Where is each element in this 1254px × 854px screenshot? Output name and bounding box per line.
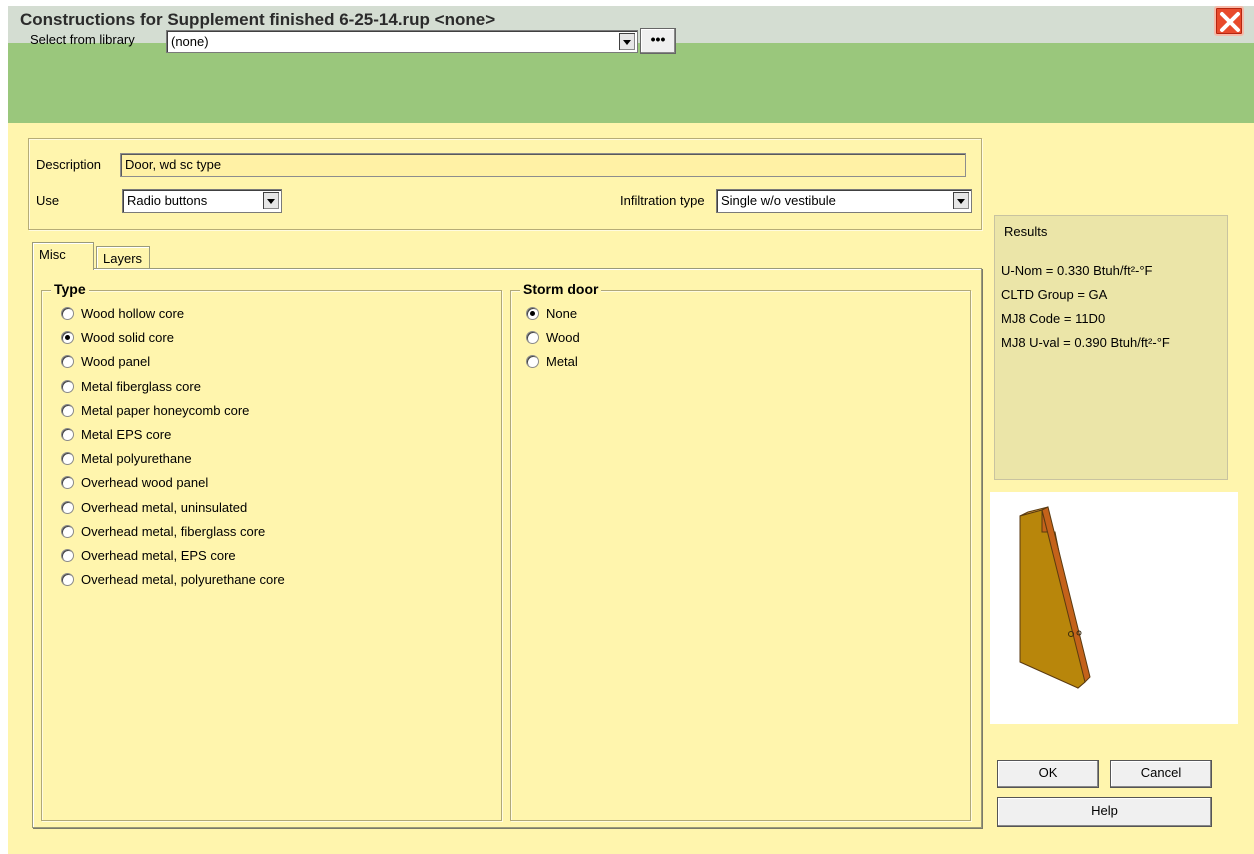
- infiltration-select-value: Single w/o vestibule: [721, 193, 836, 208]
- help-button[interactable]: Help: [997, 797, 1212, 827]
- radio-button[interactable]: [61, 500, 74, 514]
- ok-button[interactable]: OK: [997, 760, 1099, 788]
- door-preview: [990, 492, 1238, 724]
- radio-label: Metal EPS core: [81, 427, 172, 442]
- radio-button[interactable]: [61, 524, 74, 538]
- description-field[interactable]: Door, wd sc type: [120, 153, 966, 177]
- infiltration-select[interactable]: Single w/o vestibule: [716, 189, 972, 213]
- radio-label: Overhead metal, uninsulated: [81, 499, 248, 515]
- tab-layers[interactable]: Layers: [96, 246, 150, 268]
- result-cltd-group: CLTD Group = GA: [1001, 287, 1108, 302]
- use-label: Use: [36, 193, 60, 208]
- radio-label: Wood: [546, 330, 580, 346]
- chevron-down-icon[interactable]: [618, 32, 636, 51]
- library-panel: [8, 43, 1254, 123]
- radio-label: Wood panel: [81, 354, 151, 370]
- chevron-down-icon[interactable]: [262, 191, 280, 210]
- library-select[interactable]: (none): [166, 30, 638, 53]
- chevron-down-icon[interactable]: [952, 191, 970, 210]
- radio-label: None: [546, 306, 578, 321]
- properties-box: [28, 138, 982, 230]
- radio-label: Overhead metal, polyurethane core: [81, 572, 285, 588]
- radio-label: Metal polyurethane: [81, 451, 192, 467]
- radio-label: Metal paper honeycomb core: [81, 402, 250, 418]
- radio-button[interactable]: [61, 403, 74, 417]
- radio-button[interactable]: [61, 379, 74, 393]
- storm-door-group-title: Storm door: [520, 281, 602, 297]
- radio-button[interactable]: [61, 428, 74, 441]
- result-mj8-code: MJ8 Code = 11D0: [1001, 311, 1106, 326]
- storm-door-group: [510, 290, 971, 821]
- close-button[interactable]: [1214, 6, 1244, 36]
- radio-button[interactable]: [61, 549, 74, 562]
- library-label: Select from library: [30, 32, 135, 47]
- tab-misc[interactable]: Misc: [32, 242, 94, 270]
- library-browse-button[interactable]: •••: [640, 28, 676, 54]
- radio-label: Overhead metal, EPS core: [81, 548, 236, 563]
- result-mj8-u-val: MJ8 U-val = 0.390 Btuh/ft²-°F: [1001, 335, 1170, 350]
- radio-label: Wood solid core: [81, 330, 174, 346]
- results-title: Results: [1004, 224, 1048, 239]
- close-x-icon: [1220, 12, 1240, 32]
- description-label: Description: [36, 157, 102, 172]
- radio-label: Overhead wood panel: [81, 475, 209, 491]
- infiltration-label: Infiltration type: [620, 193, 705, 208]
- type-group-title: Type: [51, 281, 89, 297]
- use-select[interactable]: Radio buttons: [122, 189, 282, 213]
- radio-label: Metal: [546, 354, 578, 370]
- radio-label: Wood hollow core: [81, 306, 185, 321]
- result-u-nom: U-Nom = 0.330 Btuh/ft²-°F: [1001, 263, 1153, 278]
- use-select-value: Radio buttons: [127, 193, 208, 208]
- cancel-button[interactable]: Cancel: [1110, 760, 1212, 788]
- radio-button[interactable]: [526, 307, 539, 320]
- window-title: Constructions for Supplement finished 6-…: [20, 10, 496, 29]
- radio-label: Metal fiberglass core: [81, 378, 201, 394]
- library-select-value: (none): [171, 34, 209, 49]
- radio-label: Overhead metal, fiberglass core: [81, 523, 266, 539]
- door-preview-icon: [1019, 506, 1091, 689]
- radio-button[interactable]: [61, 307, 74, 320]
